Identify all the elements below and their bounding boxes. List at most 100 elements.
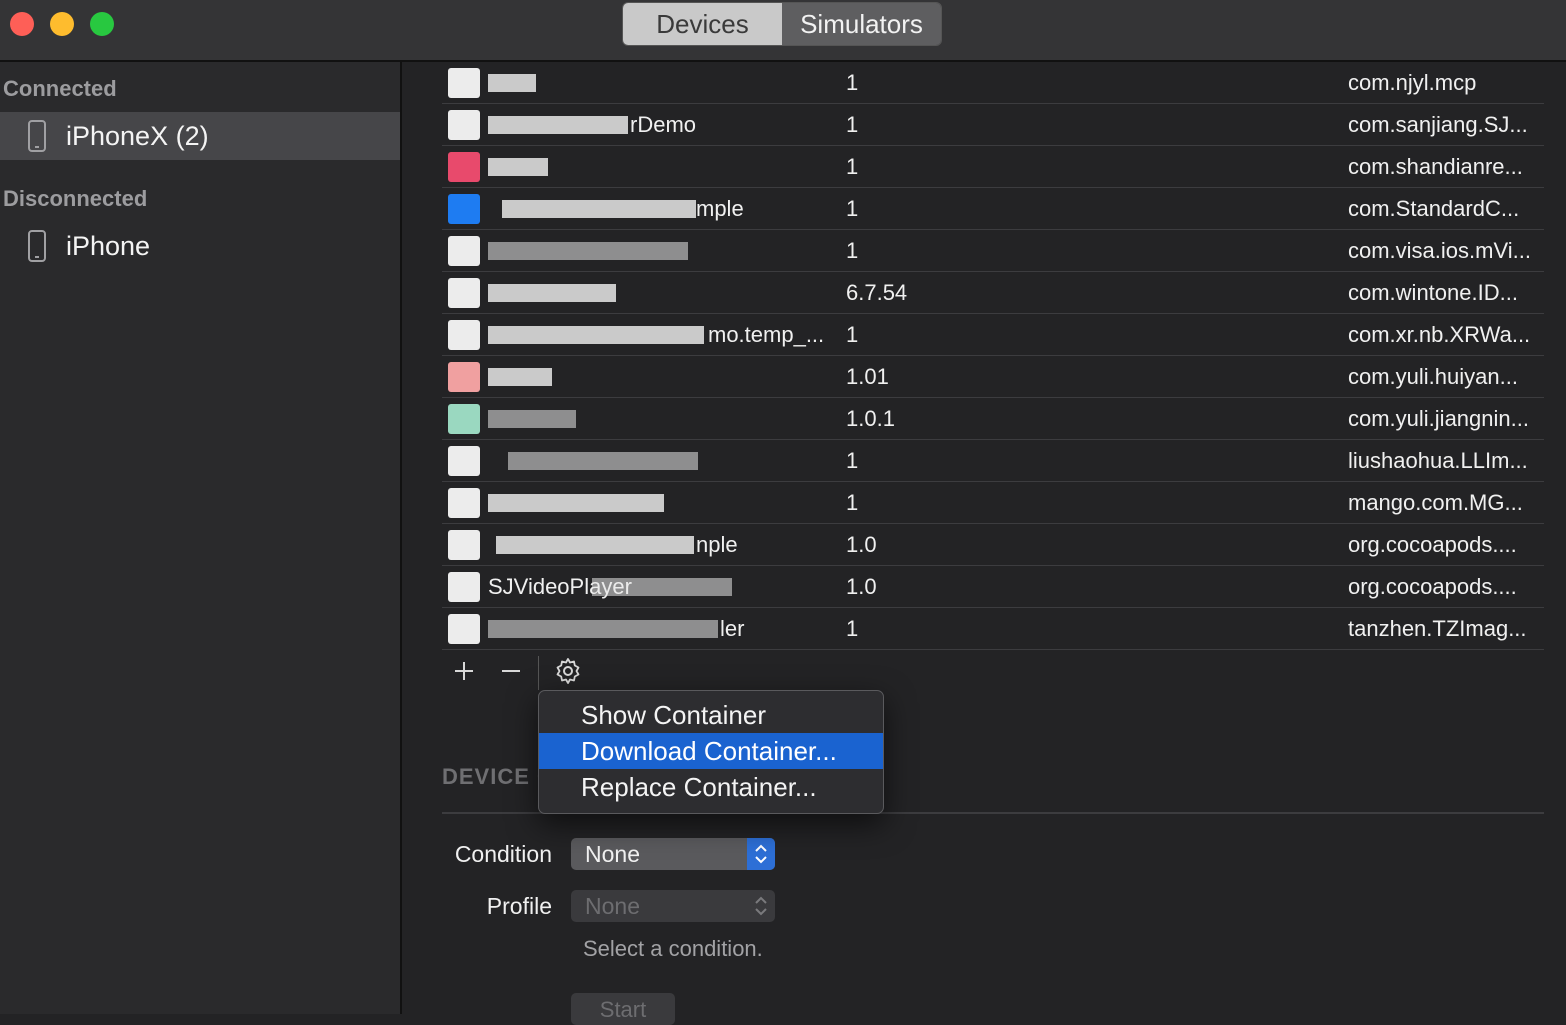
app-version: 1 [846, 490, 859, 515]
menu-item-show-container[interactable]: Show Container [539, 697, 883, 733]
connected-heading: Connected [3, 76, 117, 101]
app-identifier: com.visa.ios.mVi... [1348, 238, 1531, 263]
app-version: 1 [846, 448, 859, 473]
redacted-text [488, 74, 536, 92]
app-version: 6.7.54 [846, 280, 908, 305]
plus-icon [455, 662, 473, 680]
chevron-up-down-icon [747, 838, 775, 870]
app-version: 1 [846, 112, 859, 137]
table-row[interactable]: 1.0.1 com.yuli.jiangnin... [442, 398, 1544, 440]
app-name: ler [720, 616, 745, 641]
condition-hint: Select a condition. [583, 936, 763, 961]
installed-apps-table: 1 com.njyl.mcp rDemo 1 com.sanjiang.SJ..… [442, 62, 1544, 650]
redacted-text [488, 326, 704, 344]
redacted-text [502, 200, 696, 218]
app-icon [448, 236, 480, 266]
table-row[interactable]: nple 1.0 org.cocoapods.... [442, 524, 1544, 566]
app-icon [448, 152, 480, 182]
app-identifier: com.xr.nb.XRWa... [1348, 322, 1531, 347]
minus-icon [502, 670, 520, 672]
app-version: 1 [846, 70, 859, 95]
remove-app-button[interactable] [496, 656, 526, 686]
app-identifier: com.sanjiang.SJ... [1348, 112, 1528, 137]
sidebar-item-label: iPhone [66, 230, 151, 261]
redacted-text [508, 452, 698, 470]
app-identifier: com.yuli.huiyan... [1348, 364, 1518, 389]
app-identifier: mango.com.MG... [1348, 490, 1523, 515]
redacted-text [488, 410, 576, 428]
table-row[interactable]: ler 1 tanzhen.TZImag... [442, 608, 1544, 650]
app-icon [448, 572, 480, 602]
app-icon [448, 488, 480, 518]
redacted-text [496, 536, 694, 554]
app-version: 1.0.1 [846, 406, 895, 431]
menu-item-download-container[interactable]: Download Container... [539, 733, 883, 769]
table-row[interactable]: 6.7.54 com.wintone.ID... [442, 272, 1544, 314]
table-row[interactable]: 1 com.njyl.mcp [442, 62, 1544, 104]
table-row[interactable]: SJVideoPlayer 1.0 org.cocoapods.... [442, 566, 1544, 608]
condition-popup[interactable]: None [571, 838, 775, 870]
container-context-menu: Show Container Download Container... Rep… [538, 690, 884, 814]
app-version: 1 [846, 322, 859, 347]
app-icon [448, 362, 480, 392]
condition-label: Condition [454, 841, 552, 867]
sidebar-item-label: iPhoneX (2) [66, 120, 209, 151]
app-version: 1 [846, 616, 859, 641]
sidebar-item-iphonex[interactable]: iPhoneX (2) [0, 112, 400, 160]
app-name: mple [696, 196, 744, 221]
app-identifier: tanzhen.TZImag... [1348, 616, 1527, 641]
app-version: 1.0 [846, 574, 877, 599]
chevron-up-down-icon [747, 890, 775, 922]
iphone-icon [28, 120, 46, 152]
table-row[interactable]: 1 mango.com.MG... [442, 482, 1544, 524]
app-name: rDemo [630, 112, 697, 137]
tab-devices[interactable]: Devices [623, 3, 782, 45]
title-bar: Devices Simulators [0, 0, 1566, 62]
app-icon [448, 68, 480, 98]
app-identifier: org.cocoapods.... [1348, 574, 1517, 599]
profile-label: Profile [486, 893, 552, 919]
app-version: 1 [846, 238, 859, 263]
zoom-window-button[interactable] [90, 12, 114, 36]
app-icon [448, 320, 480, 350]
app-identifier: com.yuli.jiangnin... [1348, 406, 1529, 431]
toolbar-divider [538, 656, 539, 690]
app-version: 1 [846, 196, 859, 221]
app-version: 1.0 [846, 532, 877, 557]
app-actions-button[interactable] [553, 656, 583, 686]
tab-simulators[interactable]: Simulators [782, 3, 941, 45]
table-row[interactable]: 1 liushaohua.LLIm... [442, 440, 1544, 482]
gear-icon [556, 658, 580, 684]
redacted-text [488, 494, 664, 512]
app-name: nple [696, 532, 738, 557]
app-icon [448, 110, 480, 140]
app-version: 1 [846, 154, 859, 179]
app-identifier: com.shandianre... [1348, 154, 1523, 179]
add-app-button[interactable] [449, 656, 479, 686]
table-row[interactable]: 1 com.shandianre... [442, 146, 1544, 188]
table-row[interactable]: mo.temp_... 1 com.xr.nb.XRWa... [442, 314, 1544, 356]
iphone-icon [28, 230, 46, 262]
redacted-text [488, 368, 552, 386]
devices-simulators-segmented-control: Devices Simulators [622, 2, 942, 46]
table-row[interactable]: 1 com.visa.ios.mVi... [442, 230, 1544, 272]
minimize-window-button[interactable] [50, 12, 74, 36]
menu-item-replace-container[interactable]: Replace Container... [539, 769, 883, 805]
profile-popup[interactable]: None [571, 890, 775, 922]
app-version: 1.01 [846, 364, 889, 389]
app-identifier: liushaohua.LLIm... [1348, 448, 1528, 473]
app-icon [448, 404, 480, 434]
table-row[interactable]: mple 1 com.StandardC... [442, 188, 1544, 230]
disconnected-heading: Disconnected [3, 186, 148, 211]
table-row[interactable]: 1.01 com.yuli.huiyan... [442, 356, 1544, 398]
redacted-text [488, 158, 548, 176]
app-icon [448, 446, 480, 476]
start-button[interactable]: Start [571, 993, 675, 1025]
app-identifier: com.StandardC... [1348, 196, 1520, 221]
sidebar-item-iphone[interactable]: iPhone [0, 222, 400, 270]
table-row[interactable]: rDemo 1 com.sanjiang.SJ... [442, 104, 1544, 146]
app-identifier: com.njyl.mcp [1348, 70, 1477, 95]
close-window-button[interactable] [10, 12, 34, 36]
app-icon [448, 614, 480, 644]
condition-value: None [585, 840, 640, 867]
